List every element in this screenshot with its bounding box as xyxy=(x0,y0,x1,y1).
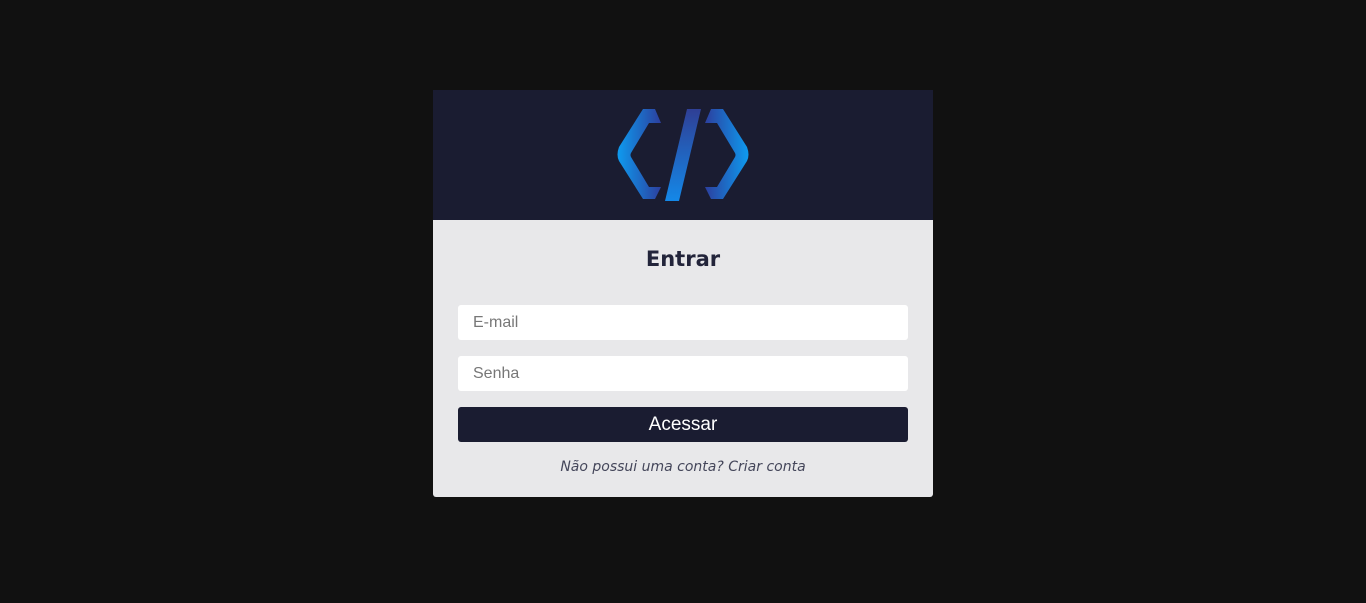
signup-prompt-text: Não possui uma conta? xyxy=(560,459,724,475)
email-field[interactable] xyxy=(458,305,908,340)
login-form: Entrar Acessar Não possui uma conta? Cri… xyxy=(433,220,933,475)
login-card: Entrar Acessar Não possui uma conta? Cri… xyxy=(433,90,933,497)
code-brackets-logo-icon xyxy=(617,109,749,201)
page-title: Entrar xyxy=(645,247,721,271)
password-field[interactable] xyxy=(458,356,908,391)
submit-button[interactable]: Acessar xyxy=(458,407,908,442)
card-header xyxy=(433,90,933,220)
create-account-link[interactable]: Criar conta xyxy=(728,459,805,475)
signup-prompt: Não possui uma conta? Criar conta xyxy=(458,459,908,475)
